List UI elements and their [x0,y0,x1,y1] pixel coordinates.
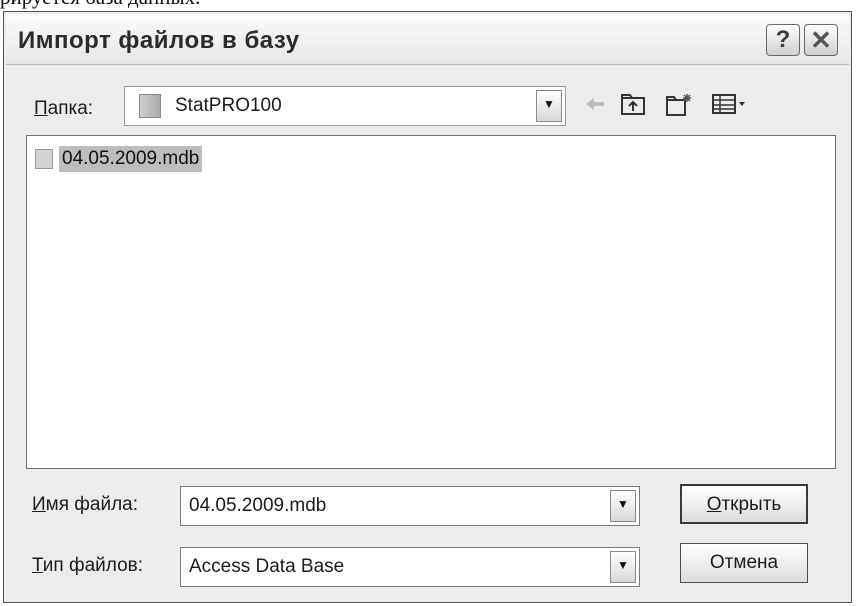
folder-select[interactable]: StatPRO100 ▼ [124,86,566,126]
dialog-titlebar[interactable]: Импорт файлов в базу ? ✕ [6,14,849,65]
cancel-button[interactable]: Отмена [680,543,808,583]
view-menu-icon[interactable] [710,92,750,122]
filename-value: 04.05.2009.mdb [189,495,327,516]
new-folder-icon[interactable] [664,92,694,122]
help-button[interactable]: ? [766,24,800,56]
file-icon [35,149,53,169]
import-files-dialog: Импорт файлов в базу ? ✕ Папка: StatPRO1… [3,11,852,603]
open-button[interactable]: Открыть [680,484,808,524]
up-folder-icon[interactable] [618,92,648,122]
folder-label: Папка: [34,98,94,119]
filename-input[interactable]: 04.05.2009.mdb ▼ [180,486,640,526]
filename-label: Имя файла: [32,494,139,515]
document-text-fragment: рируется база данных. [0,0,200,8]
folder-select-value: StatPRO100 [175,95,282,116]
file-name: 04.05.2009.mdb [59,146,203,172]
close-button[interactable]: ✕ [804,24,838,56]
chevron-down-icon[interactable]: ▼ [610,490,636,522]
chevron-down-icon[interactable]: ▼ [536,90,562,122]
file-list[interactable]: 04.05.2009.mdb [26,135,836,469]
folder-icon [139,94,161,118]
filetype-select[interactable]: Access Data Base ▼ [180,547,640,587]
filetype-value: Access Data Base [189,556,345,577]
dialog-title: Импорт файлов в базу [18,27,300,54]
chevron-down-icon[interactable]: ▼ [610,551,636,583]
back-arrow-icon[interactable] [580,92,610,122]
filetype-label: Тип файлов: [32,555,144,576]
